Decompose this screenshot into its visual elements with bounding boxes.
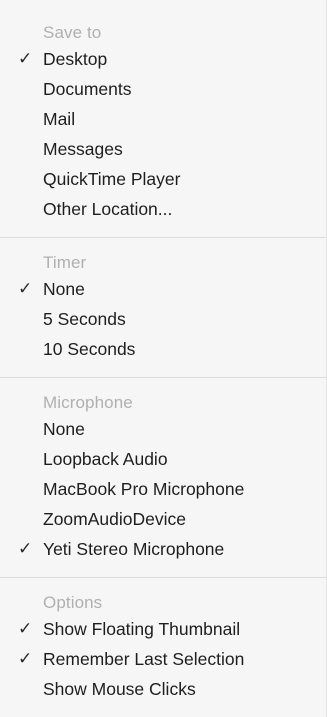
options-section-title: Options [43, 593, 103, 612]
menu-item-label: Show Mouse Clicks [43, 679, 196, 699]
menu-item-desktop[interactable]: ✓ Desktop [0, 44, 326, 74]
menu-item-timer-5-seconds[interactable]: 5 Seconds [0, 304, 326, 334]
menu-item-label: Loopback Audio [43, 449, 168, 469]
menu-item-quicktime-player[interactable]: QuickTime Player [0, 164, 326, 194]
menu-item-remember-last-selection[interactable]: ✓ Remember Last Selection [0, 644, 326, 674]
menu-item-timer-10-seconds[interactable]: 10 Seconds [0, 334, 326, 364]
menu-item-label: QuickTime Player [43, 169, 181, 189]
screenshot-options-menu: Save to ✓ Desktop Documents Mail Message… [0, 0, 327, 717]
timer-section-title: Timer [43, 253, 87, 272]
checkmark-icon: ✓ [18, 539, 33, 558]
menu-item-label: Messages [43, 139, 123, 159]
menu-item-show-mouse-clicks[interactable]: Show Mouse Clicks [0, 674, 326, 704]
save-to-section: Save to ✓ Desktop Documents Mail Message… [0, 21, 326, 224]
menu-item-show-floating-thumbnail[interactable]: ✓ Show Floating Thumbnail [0, 614, 326, 644]
checkmark-icon: ✓ [18, 49, 33, 68]
menu-item-label: 5 Seconds [43, 309, 126, 329]
menu-item-macbook-pro-microphone[interactable]: MacBook Pro Microphone [0, 474, 326, 504]
menu-item-label: Remember Last Selection [43, 649, 245, 669]
save-to-section-title: Save to [43, 23, 102, 42]
checkmark-icon: ✓ [18, 279, 33, 298]
menu-item-loopback-audio[interactable]: Loopback Audio [0, 444, 326, 474]
menu-item-label: Yeti Stereo Microphone [43, 539, 225, 559]
microphone-section: Microphone None Loopback Audio MacBook P… [0, 391, 326, 564]
menu-item-documents[interactable]: Documents [0, 74, 326, 104]
menu-item-microphone-none[interactable]: None [0, 414, 326, 444]
microphone-section-title: Microphone [43, 393, 133, 412]
menu-item-other-location[interactable]: Other Location... [0, 194, 326, 224]
menu-item-zoom-audio-device[interactable]: ZoomAudioDevice [0, 504, 326, 534]
menu-divider [0, 377, 326, 378]
checkmark-icon: ✓ [18, 619, 33, 638]
checkmark-icon: ✓ [18, 649, 33, 668]
menu-item-label: Other Location... [43, 199, 173, 219]
menu-item-label: None [43, 419, 85, 439]
menu-item-label: ZoomAudioDevice [43, 509, 186, 529]
menu-item-label: Show Floating Thumbnail [43, 619, 241, 639]
menu-item-label: Mail [43, 109, 76, 129]
menu-item-label: None [43, 279, 85, 299]
menu-item-messages[interactable]: Messages [0, 134, 326, 164]
options-section: Options ✓ Show Floating Thumbnail ✓ Reme… [0, 591, 326, 704]
menu-item-yeti-stereo-microphone[interactable]: ✓ Yeti Stereo Microphone [0, 534, 326, 564]
menu-item-label: Documents [43, 79, 132, 99]
menu-item-timer-none[interactable]: ✓ None [0, 274, 326, 304]
menu-item-mail[interactable]: Mail [0, 104, 326, 134]
menu-item-label: MacBook Pro Microphone [43, 479, 245, 499]
menu-divider [0, 577, 326, 578]
timer-section: Timer ✓ None 5 Seconds 10 Seconds [0, 251, 326, 364]
menu-item-label: 10 Seconds [43, 339, 136, 359]
menu-divider [0, 237, 326, 238]
menu-item-label: Desktop [43, 49, 108, 69]
